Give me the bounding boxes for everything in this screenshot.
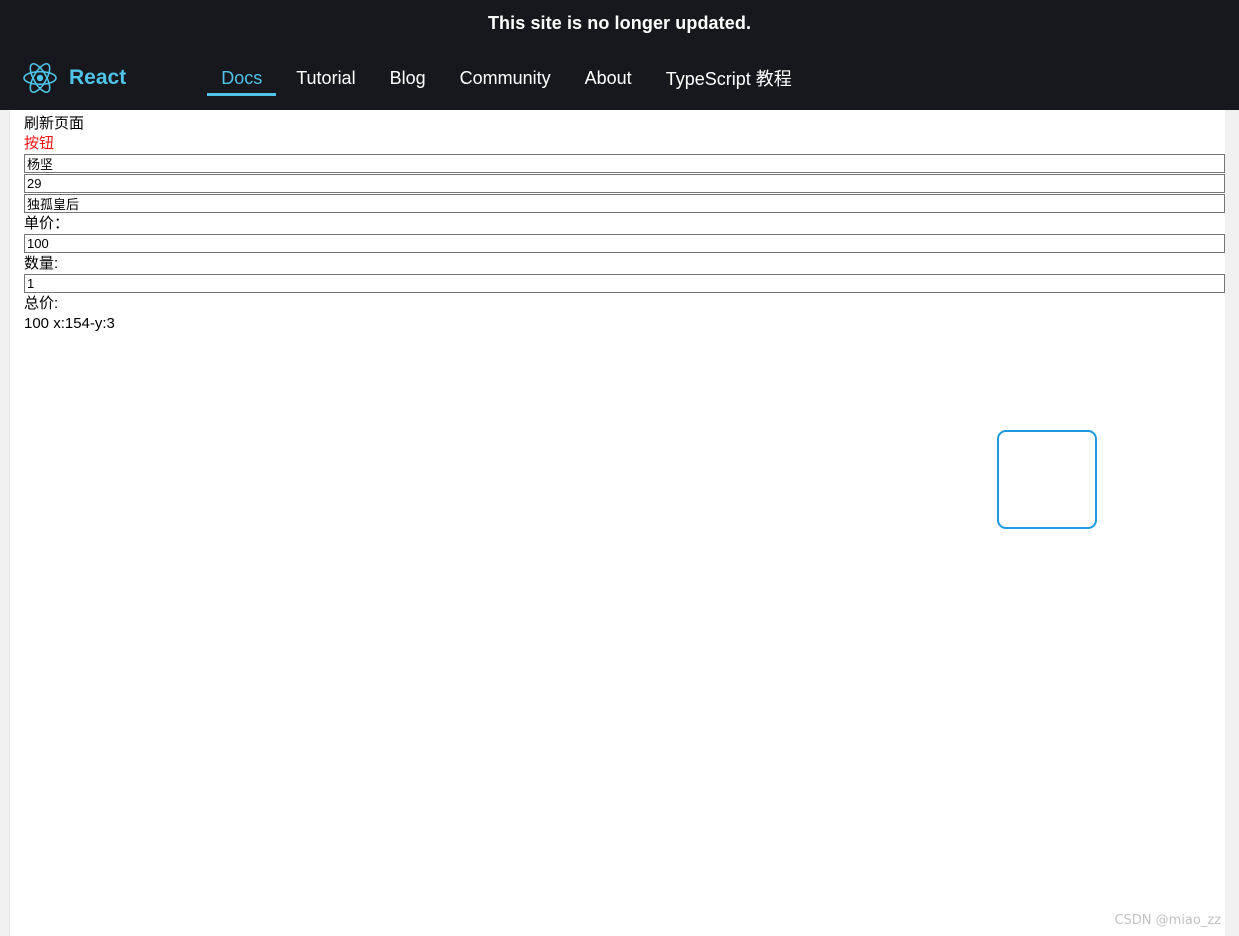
total-price-label: 总价: [24, 295, 59, 312]
page-root: This site is no longer updated. React Do… [0, 0, 1239, 936]
brand-name-label: React [69, 66, 127, 89]
nav-link-blog[interactable]: Blog [373, 46, 443, 110]
nav-link-docs[interactable]: Docs [204, 46, 279, 110]
spouse-input[interactable] [24, 194, 1225, 213]
unit-price-label: 单价： [24, 215, 70, 232]
nav-link-tutorial[interactable]: Tutorial [279, 46, 372, 110]
name-input[interactable] [24, 154, 1225, 173]
refresh-page-link[interactable]: 刷新页面 [24, 114, 1225, 134]
announcement-banner: This site is no longer updated. [0, 0, 1239, 46]
react-atom-logo-icon [20, 58, 60, 98]
site-navbar: React Docs Tutorial Blog Community About… [0, 46, 1239, 110]
age-input[interactable] [24, 174, 1225, 193]
navbar-links: Docs Tutorial Blog Community About TypeS… [204, 46, 809, 110]
total-price-value: 100 x:154-y:3 [24, 315, 115, 332]
unit-price-input[interactable] [24, 234, 1225, 253]
quantity-label: 数量: [24, 255, 59, 272]
nav-link-community[interactable]: Community [443, 46, 568, 110]
page-scrollbar-vertical[interactable] [1225, 110, 1239, 936]
quantity-input[interactable] [24, 274, 1225, 293]
button-link[interactable]: 按钮 [24, 134, 1225, 154]
nav-link-typescript-tutorial[interactable]: TypeScript 教程 [649, 46, 809, 110]
blue-drop-box[interactable] [997, 430, 1097, 529]
nav-link-about[interactable]: About [568, 46, 649, 110]
csdn-watermark: CSDN @miao_zz [1114, 913, 1221, 928]
brand-home-link[interactable]: React [20, 58, 126, 98]
announcement-banner-text: This site is no longer updated. [487, 12, 752, 33]
left-gutter-strip [0, 110, 10, 936]
